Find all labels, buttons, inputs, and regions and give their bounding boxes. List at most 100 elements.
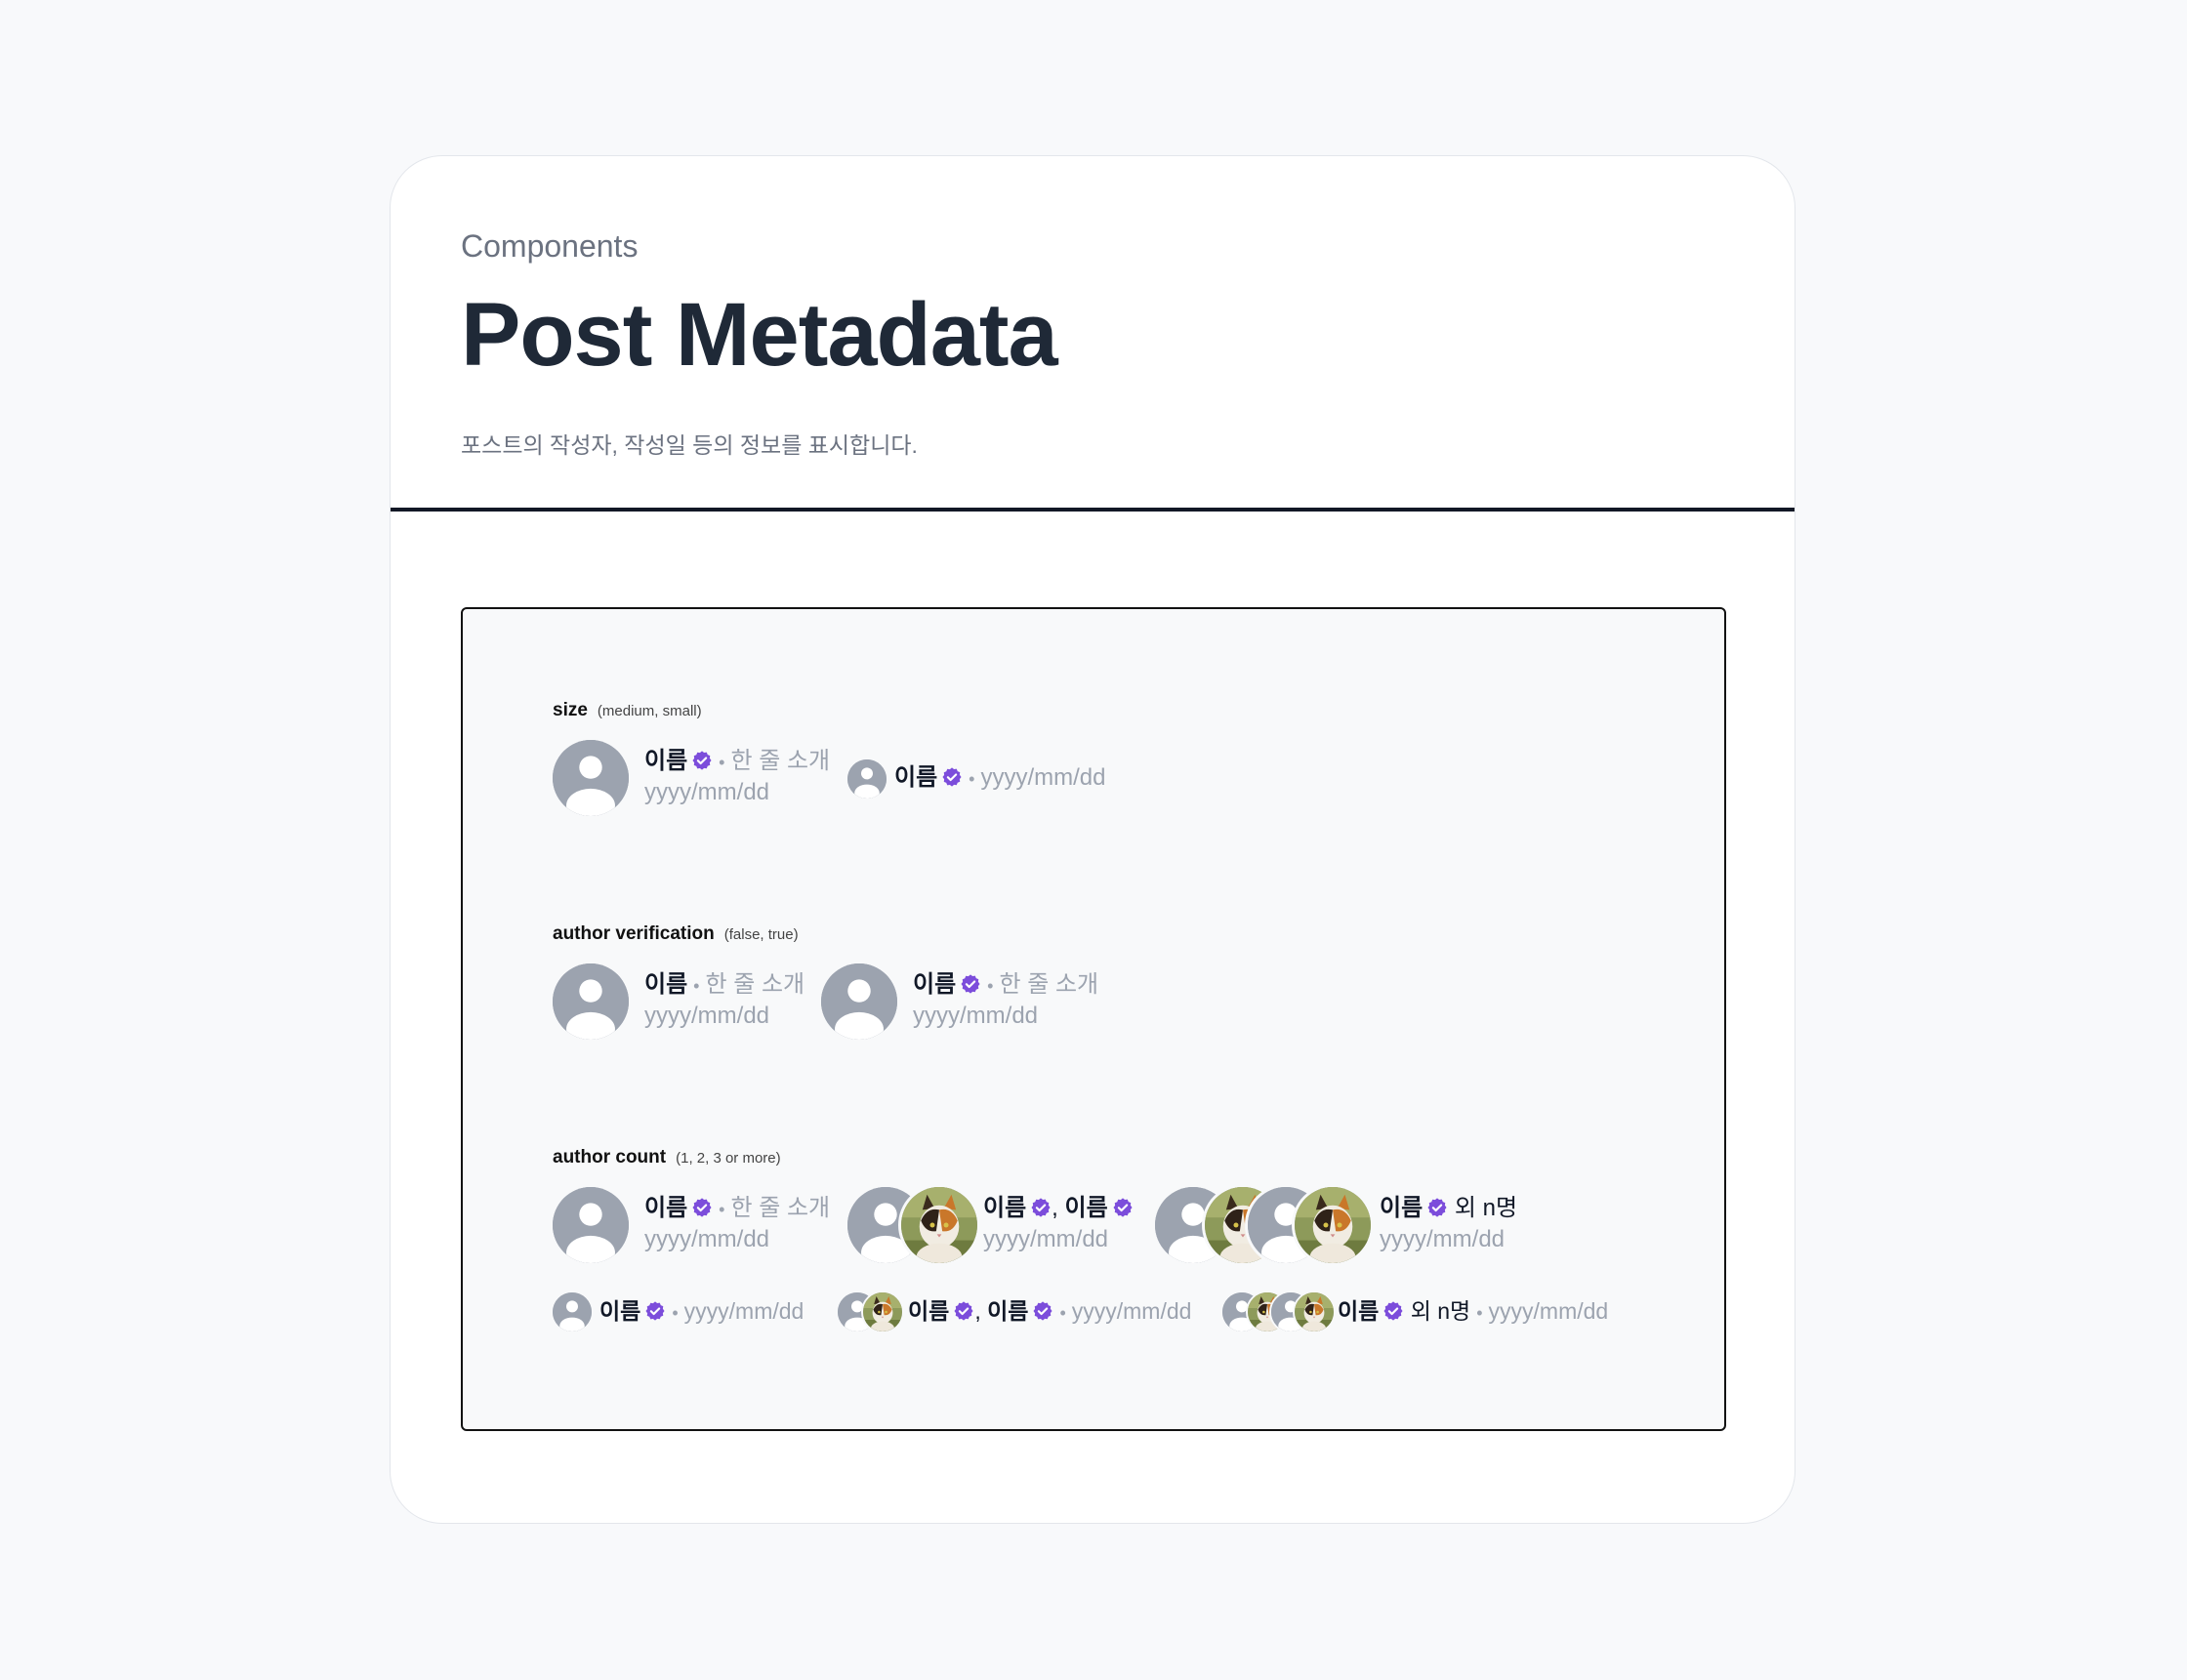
section-title: author count [553, 1147, 667, 1168]
others-count[interactable]: 외 n명 [1455, 1195, 1517, 1221]
section-title: author verification [553, 923, 715, 944]
avatar[interactable] [553, 740, 629, 816]
author-name[interactable]: 이름 [1338, 1298, 1379, 1324]
verified-badge-icon [953, 1300, 974, 1322]
separator-dot: • [987, 976, 994, 996]
avatar[interactable] [553, 963, 629, 1040]
section-label-size: size (medium, small) [553, 699, 702, 723]
author-name[interactable]: 이름 [644, 971, 687, 998]
metadata-line-primary: 이름 • 한 줄 소개 [644, 746, 830, 778]
author-name[interactable]: 이름 [983, 1195, 1026, 1221]
post-date: yyyy/mm/dd [683, 1298, 805, 1324]
metadata-line-small: 이름, 이름 • yyyy/mm/dd [908, 1295, 1191, 1329]
author-bio: 한 줄 소개 [730, 1195, 831, 1221]
separator-dot: • [693, 976, 700, 996]
cat-photo [1295, 1187, 1371, 1263]
section-hint: (medium, small) [597, 703, 702, 719]
component-card: Components Post Metadata 포스트의 작성자, 작성일 등… [390, 155, 1795, 1524]
verified-badge-icon [691, 750, 713, 771]
post-date: yyyy/mm/dd [644, 1003, 770, 1029]
verified-badge-icon [941, 766, 963, 788]
metadata-line-primary: 이름, 이름 [983, 1193, 1134, 1224]
author-name[interactable]: 이름 [1380, 1195, 1423, 1221]
cat-photo [863, 1292, 902, 1332]
author-name[interactable]: 이름 [894, 764, 937, 791]
preview-panel: size (medium, small) 이름 • 한 줄 소개 yyyy/mm/dd… [461, 607, 1726, 1431]
metadata-line-primary: 이름 • 한 줄 소개 [913, 969, 1098, 1002]
section-label-verification: author verification (false, true) [553, 922, 799, 947]
verified-badge-icon [1032, 1300, 1053, 1322]
separator-dot: • [719, 1200, 725, 1219]
section-title: size [553, 700, 588, 720]
metadata-line-secondary: yyyy/mm/dd [1380, 1224, 1505, 1255]
metadata-line-small: 이름 • yyyy/mm/dd [894, 762, 1106, 795]
verified-badge-icon [644, 1300, 666, 1322]
page-title: Post Metadata [461, 285, 1058, 385]
author-name[interactable]: 이름 [644, 1195, 687, 1221]
avatar[interactable] [553, 1187, 629, 1263]
metadata-line-primary: 이름 • 한 줄 소개 [644, 969, 805, 1002]
avatar[interactable] [821, 963, 897, 1040]
person-icon [553, 963, 629, 1040]
author-bio: 한 줄 소개 [999, 971, 1099, 998]
verified-badge-icon [960, 973, 981, 995]
avatar-photo[interactable] [861, 1291, 904, 1333]
header-divider [391, 508, 1795, 512]
person-icon [553, 740, 629, 816]
person-icon [847, 759, 887, 799]
section-label-count: author count (1, 2, 3 or more) [553, 1146, 781, 1170]
page-description: 포스트의 작성자, 작성일 등의 정보를 표시합니다. [461, 432, 918, 458]
metadata-line-small: 이름 • yyyy/mm/dd [599, 1295, 804, 1329]
avatar-photo[interactable] [1292, 1184, 1374, 1266]
separator-dot: • [969, 769, 975, 789]
person-icon [821, 963, 897, 1040]
post-date: yyyy/mm/dd [1380, 1226, 1506, 1252]
section-hint: (1, 2, 3 or more) [676, 1150, 781, 1167]
post-date: yyyy/mm/dd [644, 1226, 770, 1252]
post-date: yyyy/mm/dd [980, 764, 1106, 791]
metadata-line-secondary: yyyy/mm/dd [913, 1001, 1038, 1032]
verified-badge-icon [1426, 1197, 1448, 1218]
author-bio: 한 줄 소개 [705, 971, 805, 998]
metadata-line-secondary: yyyy/mm/dd [644, 1001, 769, 1032]
author-name[interactable]: 이름 [913, 971, 956, 998]
section-hint: (false, true) [723, 926, 799, 943]
separator-dot: • [1059, 1303, 1066, 1323]
post-date: yyyy/mm/dd [1071, 1298, 1192, 1324]
cat-photo [1295, 1292, 1334, 1332]
person-icon [553, 1187, 629, 1263]
verified-badge-icon [1030, 1197, 1052, 1218]
author-name[interactable]: 이름 [987, 1298, 1028, 1324]
comma: , [1052, 1195, 1058, 1221]
author-name[interactable]: 이름 [644, 748, 687, 774]
metadata-line-primary: 이름 외 n명 [1380, 1193, 1517, 1224]
author-name[interactable]: 이름 [1065, 1195, 1108, 1221]
avatar-small[interactable] [847, 759, 887, 799]
metadata-line-secondary: yyyy/mm/dd [644, 777, 769, 808]
verified-badge-icon [1382, 1300, 1404, 1322]
post-date: yyyy/mm/dd [913, 1003, 1039, 1029]
cat-photo [901, 1187, 977, 1263]
avatar-small[interactable] [553, 1292, 592, 1332]
metadata-line-secondary: yyyy/mm/dd [644, 1224, 769, 1255]
verified-badge-icon [1112, 1197, 1134, 1218]
avatar-photo[interactable] [898, 1184, 980, 1266]
author-bio: 한 줄 소개 [730, 748, 831, 774]
metadata-line-small: 이름 외 n명 • yyyy/mm/dd [1338, 1295, 1608, 1329]
author-name[interactable]: 이름 [908, 1298, 949, 1324]
post-date: yyyy/mm/dd [1488, 1298, 1609, 1324]
metadata-line-secondary: yyyy/mm/dd [983, 1224, 1108, 1255]
comma: , [974, 1298, 981, 1324]
card-header: Components Post Metadata 포스트의 작성자, 작성일 등… [461, 156, 1724, 512]
separator-dot: • [672, 1303, 679, 1323]
eyebrow: Components [461, 228, 639, 264]
metadata-line-primary: 이름 • 한 줄 소개 [644, 1193, 830, 1225]
person-icon [553, 1292, 592, 1332]
separator-dot: • [719, 753, 725, 772]
separator-dot: • [1476, 1303, 1483, 1323]
others-count[interactable]: 외 n명 [1411, 1298, 1471, 1324]
post-date: yyyy/mm/dd [644, 779, 770, 805]
author-name[interactable]: 이름 [599, 1298, 640, 1324]
verified-badge-icon [691, 1197, 713, 1218]
avatar-photo[interactable] [1293, 1291, 1336, 1333]
